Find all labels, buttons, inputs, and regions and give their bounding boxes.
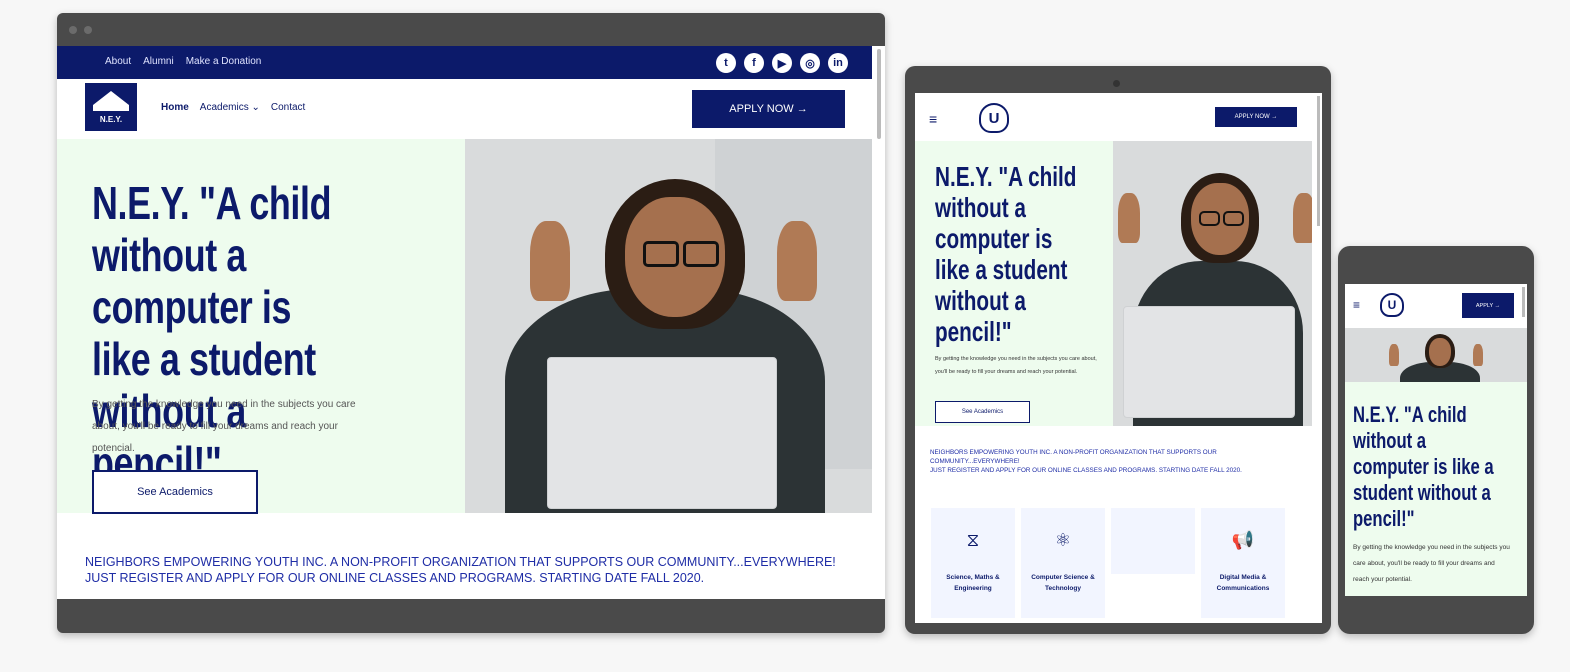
logo-text: N.E.Y. xyxy=(99,115,123,124)
window-dot xyxy=(84,26,92,34)
dna-icon: ⧖ xyxy=(966,530,980,550)
desktop-screen: About Alumni Make a Donation t f ▶ ◎ in … xyxy=(57,46,885,599)
tablet-screen: ≡ U APPLY NOW → N.E.Y. "A child without … xyxy=(915,93,1322,623)
see-academics-button[interactable]: See Academics xyxy=(92,470,258,514)
mission-statement: Neighbors Empowering Youth Inc. A non-pr… xyxy=(930,449,1242,474)
nav-home[interactable]: Home xyxy=(161,102,189,113)
youtube-icon[interactable]: ▶ xyxy=(772,53,792,73)
hamburger-menu-icon[interactable]: ≡ xyxy=(1353,298,1360,312)
hero-headline: N.E.Y. "A child without a computer is li… xyxy=(935,161,1077,347)
hero-photo xyxy=(1113,141,1312,426)
program-card[interactable]: ⧖ Science, Maths & Engineering xyxy=(931,508,1015,618)
program-card-label: Science, Maths & Engineering xyxy=(946,574,1000,592)
facebook-icon[interactable]: f xyxy=(744,53,764,73)
hero-subtext: By getting the knowledge you need in the… xyxy=(935,356,1097,375)
tablet-nav: ≡ U APPLY NOW → xyxy=(915,93,1322,141)
phone-screen: ≡ U APPLY → N.E.Y. "A child without a co… xyxy=(1345,284,1527,596)
phone-nav: ≡ U APPLY → xyxy=(1345,284,1527,328)
hero-text-panel: N.E.Y. "A child without a computer is li… xyxy=(57,139,465,514)
donation-link[interactable]: Make a Donation xyxy=(186,56,262,67)
program-cards: ⧖ Science, Maths & Engineering ⚛ Compute… xyxy=(931,508,1285,618)
hero-headline: N.E.Y. "A child without a computer is li… xyxy=(1353,402,1494,531)
phone-mockup: ≡ U APPLY → N.E.Y. "A child without a co… xyxy=(1338,246,1534,634)
apply-button[interactable]: APPLY → xyxy=(1462,293,1514,318)
tablet-camera xyxy=(1113,80,1120,87)
desktop-mockup: About Alumni Make a Donation t f ▶ ◎ in … xyxy=(57,13,885,633)
hero-subtext: By getting the knowledge you need in the… xyxy=(92,399,356,454)
program-card-label: Digital Media & Communications xyxy=(1216,574,1270,592)
program-card[interactable]: 📢 Digital Media & Communications xyxy=(1201,508,1285,618)
mission-statement: Neighbors Empowering Youth Inc. A non-pr… xyxy=(85,555,836,585)
program-card-label: Computer Science & Technology xyxy=(1031,574,1095,592)
apply-now-button[interactable]: APPLY NOW → xyxy=(1215,107,1297,127)
linkedin-icon[interactable]: in xyxy=(828,53,848,73)
nav-menu: Home Academics ⌄ Contact xyxy=(161,102,305,113)
site-logo[interactable]: N.E.Y. xyxy=(85,83,137,131)
see-academics-button[interactable]: See Academics xyxy=(935,401,1030,423)
top-bar: About Alumni Make a Donation t f ▶ ◎ in xyxy=(57,46,872,79)
hero-text-panel: N.E.Y. "A child without a computer is li… xyxy=(915,141,1113,426)
hero-photo xyxy=(465,139,872,513)
apply-now-button[interactable]: APPLY NOW → xyxy=(692,90,845,128)
nav-academics[interactable]: Academics ⌄ xyxy=(200,102,260,113)
scrollbar[interactable] xyxy=(877,49,881,139)
hamburger-menu-icon[interactable]: ≡ xyxy=(929,111,937,127)
hero-subtext: By getting the knowledge you need in the… xyxy=(1353,544,1510,583)
alumni-link[interactable]: Alumni xyxy=(143,56,174,67)
hero-section: N.E.Y. "A child without a computer is li… xyxy=(57,139,872,514)
scrollbar[interactable] xyxy=(1522,287,1525,317)
instagram-icon[interactable]: ◎ xyxy=(800,53,820,73)
social-links: t f ▶ ◎ in xyxy=(716,53,848,73)
window-dot xyxy=(69,26,77,34)
program-card[interactable]: ⚛ Computer Science & Technology xyxy=(1021,508,1105,618)
top-links: About Alumni Make a Donation xyxy=(105,56,261,67)
scrollbar[interactable] xyxy=(1317,96,1320,226)
logo-house-icon xyxy=(93,91,129,111)
program-card[interactable] xyxy=(1111,508,1195,574)
crest-logo[interactable]: U xyxy=(1380,293,1404,317)
megaphone-icon: 📢 xyxy=(1231,530,1255,550)
hero-text-panel: N.E.Y. "A child without a computer is li… xyxy=(1345,382,1527,596)
crest-logo[interactable]: U xyxy=(979,103,1009,133)
twitter-icon[interactable]: t xyxy=(716,53,736,73)
hero-photo xyxy=(1345,328,1527,382)
nav-contact[interactable]: Contact xyxy=(271,102,305,113)
tablet-mockup: ≡ U APPLY NOW → N.E.Y. "A child without … xyxy=(905,66,1331,634)
main-nav: N.E.Y. Home Academics ⌄ Contact APPLY NO… xyxy=(57,79,872,139)
about-link[interactable]: About xyxy=(105,56,131,67)
window-titlebar xyxy=(57,13,885,46)
atom-icon: ⚛ xyxy=(1054,530,1072,550)
